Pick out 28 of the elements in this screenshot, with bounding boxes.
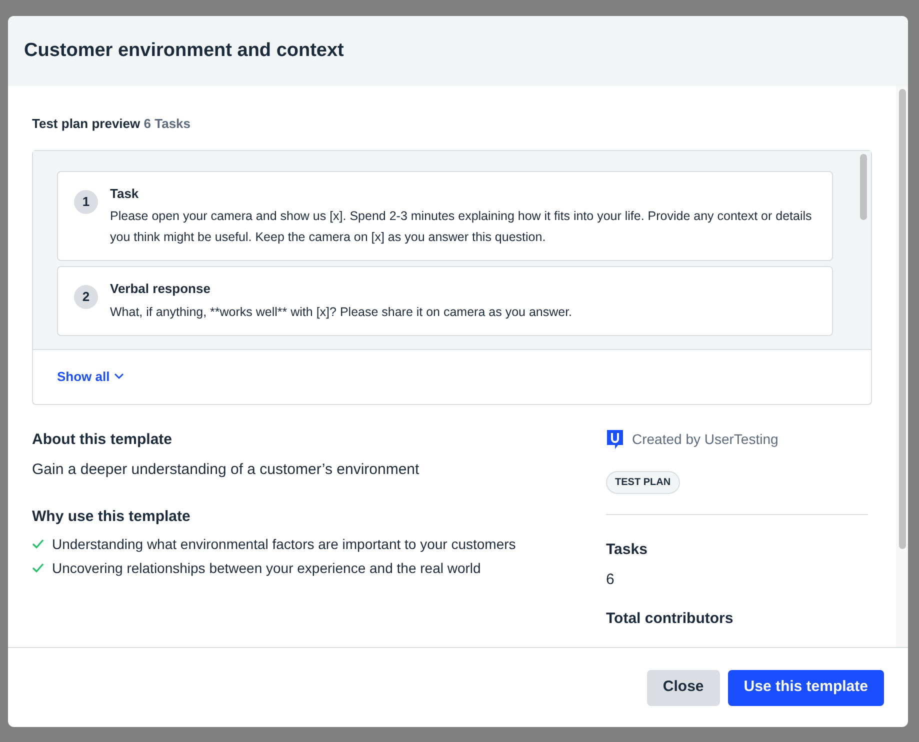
dialog-title: Customer environment and context: [24, 38, 344, 63]
step-number: 2: [74, 285, 98, 309]
section-heading: Why use this template: [32, 506, 192, 526]
stat-label: Tasks: [606, 540, 648, 560]
benefit-text: Uncovering relationships between your experience and the real world: [52, 559, 482, 578]
benefit-text: Understanding what environmental factors are important to your customers: [52, 535, 517, 554]
task-count: 6 Tasks: [144, 116, 191, 131]
task-text: Please open your camera and show us [x]. Spend 2-3 minutes explaining how it fits into your life. Provide any context or details you think might be useful. Keep the camera on [x] as you answer this question.: [110, 208, 813, 246]
task-text: What, if anything, **works well** with [x]? Please share it on camera as you answer.: [110, 304, 572, 321]
preview-label: Test plan preview: [32, 116, 140, 131]
use-template-button[interactable]: Use this template: [728, 670, 884, 706]
logo-icon: [606, 428, 624, 450]
close-button[interactable]: Close: [646, 670, 720, 706]
check-icon: [32, 539, 44, 549]
stat-label: Total contributors: [606, 608, 734, 628]
check-icon: [32, 563, 44, 573]
section-heading: About this template: [32, 430, 174, 450]
show-all-link[interactable]: Show all: [57, 366, 124, 386]
stat-value: 6: [606, 570, 616, 590]
task-type: Task: [110, 184, 140, 202]
chevron-down-icon: [114, 373, 124, 380]
step-number: 1: [74, 190, 98, 214]
task-type: Verbal response: [110, 280, 212, 298]
tag: TEST PLAN: [606, 470, 680, 494]
about-text: Gain a deeper understanding of a customer’s environment: [32, 460, 420, 480]
scrollbar-thumb[interactable]: [860, 154, 866, 220]
creator-text: Created by UserTesting: [632, 430, 778, 449]
scrollbar-thumb[interactable]: [898, 89, 906, 549]
